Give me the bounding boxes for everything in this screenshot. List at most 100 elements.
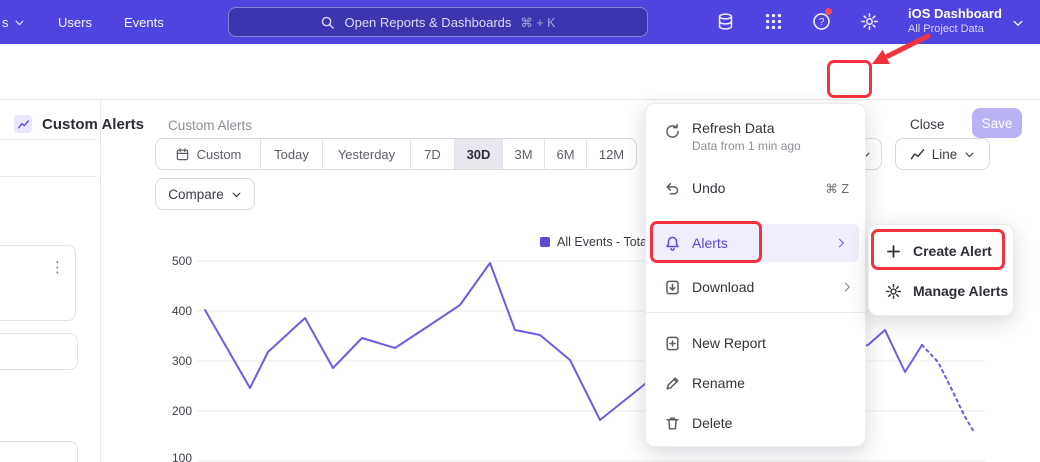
users-label: Users <box>58 15 92 30</box>
menu-item-label: Undo <box>692 180 725 196</box>
menu-item-undo[interactable]: Undo ⌘ Z <box>646 168 865 208</box>
more-options-menu: Refresh Data Data from 1 min ago Undo ⌘ … <box>645 103 866 447</box>
date-range-12m[interactable]: 12M <box>586 139 636 169</box>
custom-label: Custom <box>197 147 242 162</box>
range-label: 6M <box>556 147 574 162</box>
submenu-item-manage-alerts[interactable]: Manage Alerts <box>869 273 1013 309</box>
global-search-input[interactable]: Open Reports & Dashboards ⌘ + K <box>228 7 648 37</box>
events-label: Events <box>124 15 164 30</box>
search-shortcut: ⌘ + K <box>520 15 555 30</box>
menu-item-label: Create Alert <box>913 243 992 259</box>
date-range-custom[interactable]: Custom <box>156 139 260 169</box>
top-navigation-bar: s Users Events Open Reports & Dashboards… <box>0 0 1040 44</box>
notification-dot <box>825 8 832 15</box>
y-axis-tick: 100 <box>150 451 192 462</box>
new-report-icon <box>664 335 681 352</box>
menu-item-label: Rename <box>692 375 745 391</box>
nav-item-events[interactable]: Events <box>124 0 164 44</box>
refresh-subtitle: Data from 1 min ago <box>692 139 801 153</box>
chevron-right-icon <box>835 237 847 249</box>
chevron-down-icon <box>964 149 975 160</box>
date-range-yesterday[interactable]: Yesterday <box>322 139 410 169</box>
legend-label: All Events - Total <box>557 235 650 249</box>
sidebar-row-divider <box>0 176 97 177</box>
line-chart-icon <box>910 147 925 162</box>
project-subtitle: All Project Data <box>908 22 1002 36</box>
legend-swatch <box>540 237 550 247</box>
chevron-right-icon <box>841 281 853 293</box>
download-icon <box>664 279 681 296</box>
plus-icon <box>885 243 902 260</box>
submenu-item-create-alert[interactable]: Create Alert <box>869 233 1013 269</box>
chart-line-series-projected <box>922 345 974 432</box>
date-range-today[interactable]: Today <box>260 139 322 169</box>
project-title: iOS Dashboard <box>908 6 1002 22</box>
compare-label: Compare <box>168 187 224 202</box>
undo-shortcut: ⌘ Z <box>825 181 849 196</box>
menu-item-label: Refresh Data <box>692 120 801 136</box>
chart-type-button[interactable]: Line <box>895 138 990 170</box>
chart-gridlines <box>197 261 985 461</box>
menu-item-new-report[interactable]: New Report <box>646 324 865 362</box>
workspace-dropdown[interactable]: s <box>2 0 25 44</box>
menu-divider <box>646 312 865 313</box>
nav-item-users[interactable]: Users <box>58 0 92 44</box>
kebab-menu-icon[interactable]: ⋮ <box>50 258 65 276</box>
calendar-icon <box>175 147 190 162</box>
pencil-icon <box>664 375 681 392</box>
menu-item-alerts[interactable]: Alerts <box>652 224 859 262</box>
chevron-down-icon <box>231 189 242 200</box>
trash-icon <box>664 415 681 432</box>
range-label: Yesterday <box>338 147 395 162</box>
menu-item-label: Alerts <box>692 235 728 251</box>
menu-item-label: New Report <box>692 335 766 351</box>
help-icon[interactable]: ? <box>812 12 832 32</box>
menu-item-rename[interactable]: Rename <box>646 364 865 402</box>
menu-item-download[interactable]: Download <box>646 268 865 306</box>
refresh-icon <box>664 123 681 140</box>
dashboard-card-partial[interactable] <box>0 441 78 462</box>
date-range-3m[interactable]: 3M <box>502 139 544 169</box>
range-label: 3M <box>514 147 532 162</box>
chart-type-label: Line <box>932 147 958 162</box>
menu-item-refresh-data[interactable]: Refresh Data Data from 1 min ago <box>646 114 865 162</box>
gear-icon <box>885 283 902 300</box>
workspace-label: s <box>2 15 9 30</box>
chart-legend[interactable]: All Events - Total <box>540 235 650 249</box>
y-axis-tick: 300 <box>150 354 192 368</box>
bell-icon <box>664 235 681 252</box>
svg-text:?: ? <box>819 17 825 28</box>
refresh-text-block: Refresh Data Data from 1 min ago <box>692 120 801 153</box>
range-label: 7D <box>424 147 441 162</box>
search-icon <box>320 15 335 30</box>
project-chevron-down-icon <box>1012 17 1024 29</box>
menu-item-label: Download <box>692 279 754 295</box>
y-axis-tick: 200 <box>150 404 192 418</box>
compare-button[interactable]: Compare <box>155 178 255 210</box>
settings-gear-icon[interactable] <box>860 12 880 32</box>
dashboard-card-partial[interactable] <box>0 245 76 321</box>
chevron-down-icon <box>14 17 25 28</box>
apps-grid-icon[interactable] <box>764 12 784 32</box>
menu-item-label: Manage Alerts <box>913 283 1008 299</box>
menu-item-label: Delete <box>692 415 732 431</box>
range-label: Today <box>274 147 309 162</box>
undo-icon <box>664 180 681 197</box>
project-selector[interactable]: iOS Dashboard All Project Data <box>908 6 1002 36</box>
data-management-icon[interactable] <box>716 12 736 32</box>
sidebar-row-divider <box>0 139 97 140</box>
date-range-30d-selected[interactable]: 30D <box>454 139 502 169</box>
y-axis-tick: 400 <box>150 304 192 318</box>
search-placeholder: Open Reports & Dashboards <box>344 15 511 30</box>
date-range-control: Custom Today Yesterday 7D 30D 3M 6M 12M <box>155 138 637 170</box>
alerts-submenu: Create Alert Manage Alerts <box>868 224 1014 316</box>
date-range-7d[interactable]: 7D <box>410 139 454 169</box>
menu-item-delete[interactable]: Delete <box>646 404 865 442</box>
report-header-bar: Custom Alerts Custom Alerts GV Duplicate… <box>0 44 1040 100</box>
range-label: 12M <box>599 147 624 162</box>
y-axis-tick: 500 <box>150 254 192 268</box>
range-label: 30D <box>467 147 491 162</box>
dashboard-card-partial[interactable] <box>0 333 78 370</box>
report-chart-icon <box>14 115 32 133</box>
date-range-6m[interactable]: 6M <box>544 139 586 169</box>
